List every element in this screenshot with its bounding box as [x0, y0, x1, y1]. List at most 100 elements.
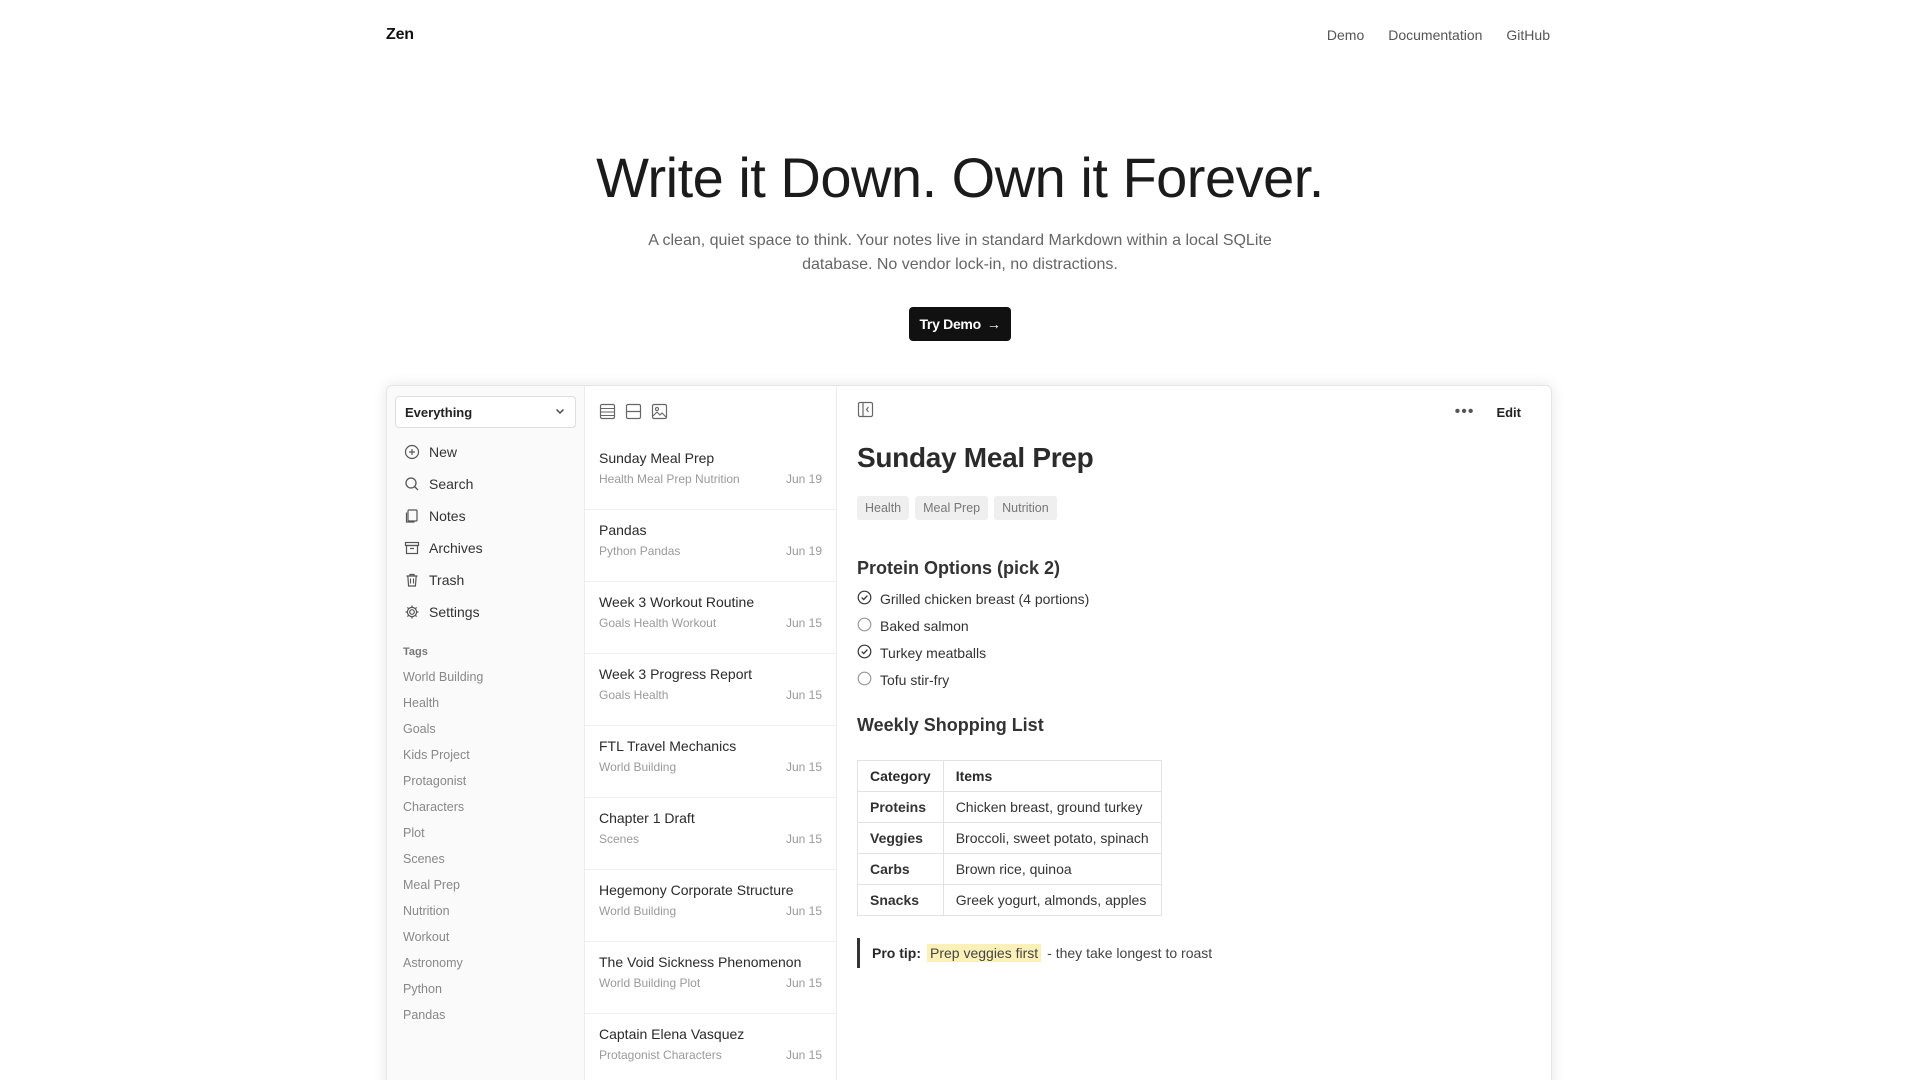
edit-button[interactable]: Edit — [1496, 405, 1521, 420]
table-header-cell: Category — [857, 760, 944, 792]
note-date: Jun 19 — [785, 472, 822, 486]
hero: Write it Down. Own it Forever. A clean, … — [0, 145, 1920, 341]
sidebar-item-search[interactable]: Search — [395, 468, 576, 500]
table-row: Proteins Chicken breast, ground turkey — [857, 791, 1162, 823]
note-tags: Health Meal Prep Nutrition — [599, 472, 740, 486]
note-title: Sunday Meal Prep — [599, 450, 715, 466]
note-title: Captain Elena Vasquez — [599, 1026, 745, 1042]
notebook-selector[interactable]: Everything — [395, 396, 576, 428]
sidebar-toggle-icon[interactable] — [857, 401, 874, 423]
sidebar-item-archives[interactable]: Archives — [395, 532, 576, 564]
tag-item[interactable]: Plot — [395, 820, 576, 846]
note-list-item[interactable]: Chapter 1 Draft Scenes Jun 15 — [585, 798, 836, 870]
sidebar-item-new[interactable]: New — [395, 436, 576, 468]
tag-item[interactable]: Health — [395, 690, 576, 716]
unchecked-circle-icon[interactable] — [857, 671, 872, 689]
try-demo-button[interactable]: Try Demo → — [909, 307, 1011, 341]
tag-list: World Building Health Goals Kids Project… — [395, 664, 576, 1028]
nav-links: Demo Documentation GitHub — [1327, 27, 1550, 43]
tag-item[interactable]: Characters — [395, 794, 576, 820]
chevron-down-icon — [554, 405, 566, 420]
notebook-selector-value: Everything — [405, 404, 473, 420]
table-row: Snacks Greek yogurt, almonds, apples — [857, 884, 1162, 916]
brand-logo[interactable]: Zen — [386, 26, 414, 44]
note-tags: World Building Plot — [599, 976, 701, 990]
arrow-right-icon: → — [986, 316, 1001, 332]
note-date: Jun 19 — [785, 544, 822, 558]
more-horizontal-icon[interactable]: ••• — [1455, 403, 1475, 421]
section-heading-shopping: Weekly Shopping List — [857, 715, 1044, 735]
note-date: Jun 15 — [785, 760, 822, 774]
sidebar-item-label: Search — [429, 476, 474, 492]
note-date: Jun 15 — [785, 1048, 822, 1062]
tag-item[interactable]: Kids Project — [395, 742, 576, 768]
nav-link-demo[interactable]: Demo — [1327, 27, 1364, 43]
sidebar-item-label: Archives — [429, 540, 483, 556]
note-date: Jun 15 — [785, 832, 822, 846]
sidebar-item-label: New — [429, 444, 458, 460]
table-header-row: Category Items — [857, 760, 1162, 792]
search-icon — [403, 475, 421, 493]
checklist-item: Baked salmon — [857, 612, 1531, 639]
tag-chip[interactable]: Meal Prep — [915, 496, 989, 520]
checklist-label: Grilled chicken breast (4 portions) — [880, 590, 1090, 607]
table-cell: Snacks — [857, 884, 944, 916]
note-tags: Goals Health — [599, 688, 669, 702]
tags-heading: Tags — [403, 646, 428, 658]
gallery-view-icon[interactable] — [651, 403, 669, 421]
sidebar-item-notes[interactable]: Notes — [395, 500, 576, 532]
sidebar-item-trash[interactable]: Trash — [395, 564, 576, 596]
checklist-label: Turkey meatballs — [880, 644, 987, 661]
pro-tip-callout: Pro tip: Prep veggies first - they take … — [857, 938, 1531, 968]
tag-item[interactable]: Python — [395, 976, 576, 1002]
note-title: Hegemony Corporate Structure — [599, 882, 794, 898]
tag-chip[interactable]: Health — [857, 496, 910, 520]
tag-item[interactable]: Pandas — [395, 1002, 576, 1028]
editor-actions: ••• Edit — [1455, 403, 1521, 421]
table-cell: Chicken breast, ground turkey — [942, 791, 1162, 823]
note-title: Week 3 Progress Report — [599, 666, 753, 682]
tag-item[interactable]: Protagonist — [395, 768, 576, 794]
note-title: Chapter 1 Draft — [599, 810, 695, 826]
gear-icon — [403, 603, 421, 621]
note-meta: World Building Jun 15 — [599, 904, 822, 918]
note-editor: ••• Edit Sunday Meal Prep Health Meal Pr… — [837, 386, 1551, 1080]
nav-link-documentation[interactable]: Documentation — [1388, 27, 1482, 43]
checklist-item: Tofu stir-fry — [857, 666, 1531, 693]
table-cell: Broccoli, sweet potato, spinach — [942, 822, 1162, 854]
note-tags: Goals Health Workout — [599, 616, 717, 630]
note-list-item[interactable]: Week 3 Progress Report Goals Health Jun … — [585, 654, 836, 726]
note-list-item[interactable]: Week 3 Workout Routine Goals Health Work… — [585, 582, 836, 654]
note-tags: Python Pandas — [599, 544, 681, 558]
top-nav: Zen Demo Documentation GitHub — [386, 0, 1550, 70]
checklist-item: Turkey meatballs — [857, 639, 1531, 666]
note-meta: Scenes Jun 15 — [599, 832, 822, 846]
card-view-icon[interactable] — [625, 403, 643, 421]
tag-item[interactable]: World Building — [395, 664, 576, 690]
tag-item[interactable]: Workout — [395, 924, 576, 950]
tag-item[interactable]: Meal Prep — [395, 872, 576, 898]
note-title: Pandas — [599, 522, 647, 538]
note-date: Jun 15 — [785, 976, 822, 990]
note-list-item[interactable]: Hegemony Corporate Structure World Build… — [585, 870, 836, 942]
tag-item[interactable]: Goals — [395, 716, 576, 742]
note-list-item[interactable]: The Void Sickness Phenomenon World Build… — [585, 942, 836, 1014]
tag-item[interactable]: Astronomy — [395, 950, 576, 976]
nav-link-github[interactable]: GitHub — [1506, 27, 1550, 43]
sidebar-item-label: Settings — [429, 604, 480, 620]
note-list-item[interactable]: Pandas Python Pandas Jun 19 — [585, 510, 836, 582]
tag-chip[interactable]: Nutrition — [994, 496, 1057, 520]
note-list-item[interactable]: Captain Elena Vasquez Protagonist Charac… — [585, 1014, 836, 1080]
checked-circle-icon[interactable] — [857, 590, 872, 608]
tag-item[interactable]: Scenes — [395, 846, 576, 872]
unchecked-circle-icon[interactable] — [857, 617, 872, 635]
note-list-item[interactable]: Sunday Meal Prep Health Meal Prep Nutrit… — [585, 438, 836, 510]
checked-circle-icon[interactable] — [857, 644, 872, 662]
sidebar-item-settings[interactable]: Settings — [395, 596, 576, 628]
note-list-item[interactable]: FTL Travel Mechanics World Building Jun … — [585, 726, 836, 798]
tag-item[interactable]: Nutrition — [395, 898, 576, 924]
list-view-icon[interactable] — [599, 403, 617, 421]
note-meta: Goals Health Jun 15 — [599, 688, 822, 702]
note-tag-chips: Health Meal Prep Nutrition — [857, 496, 1531, 520]
table-cell: Proteins — [857, 791, 944, 823]
